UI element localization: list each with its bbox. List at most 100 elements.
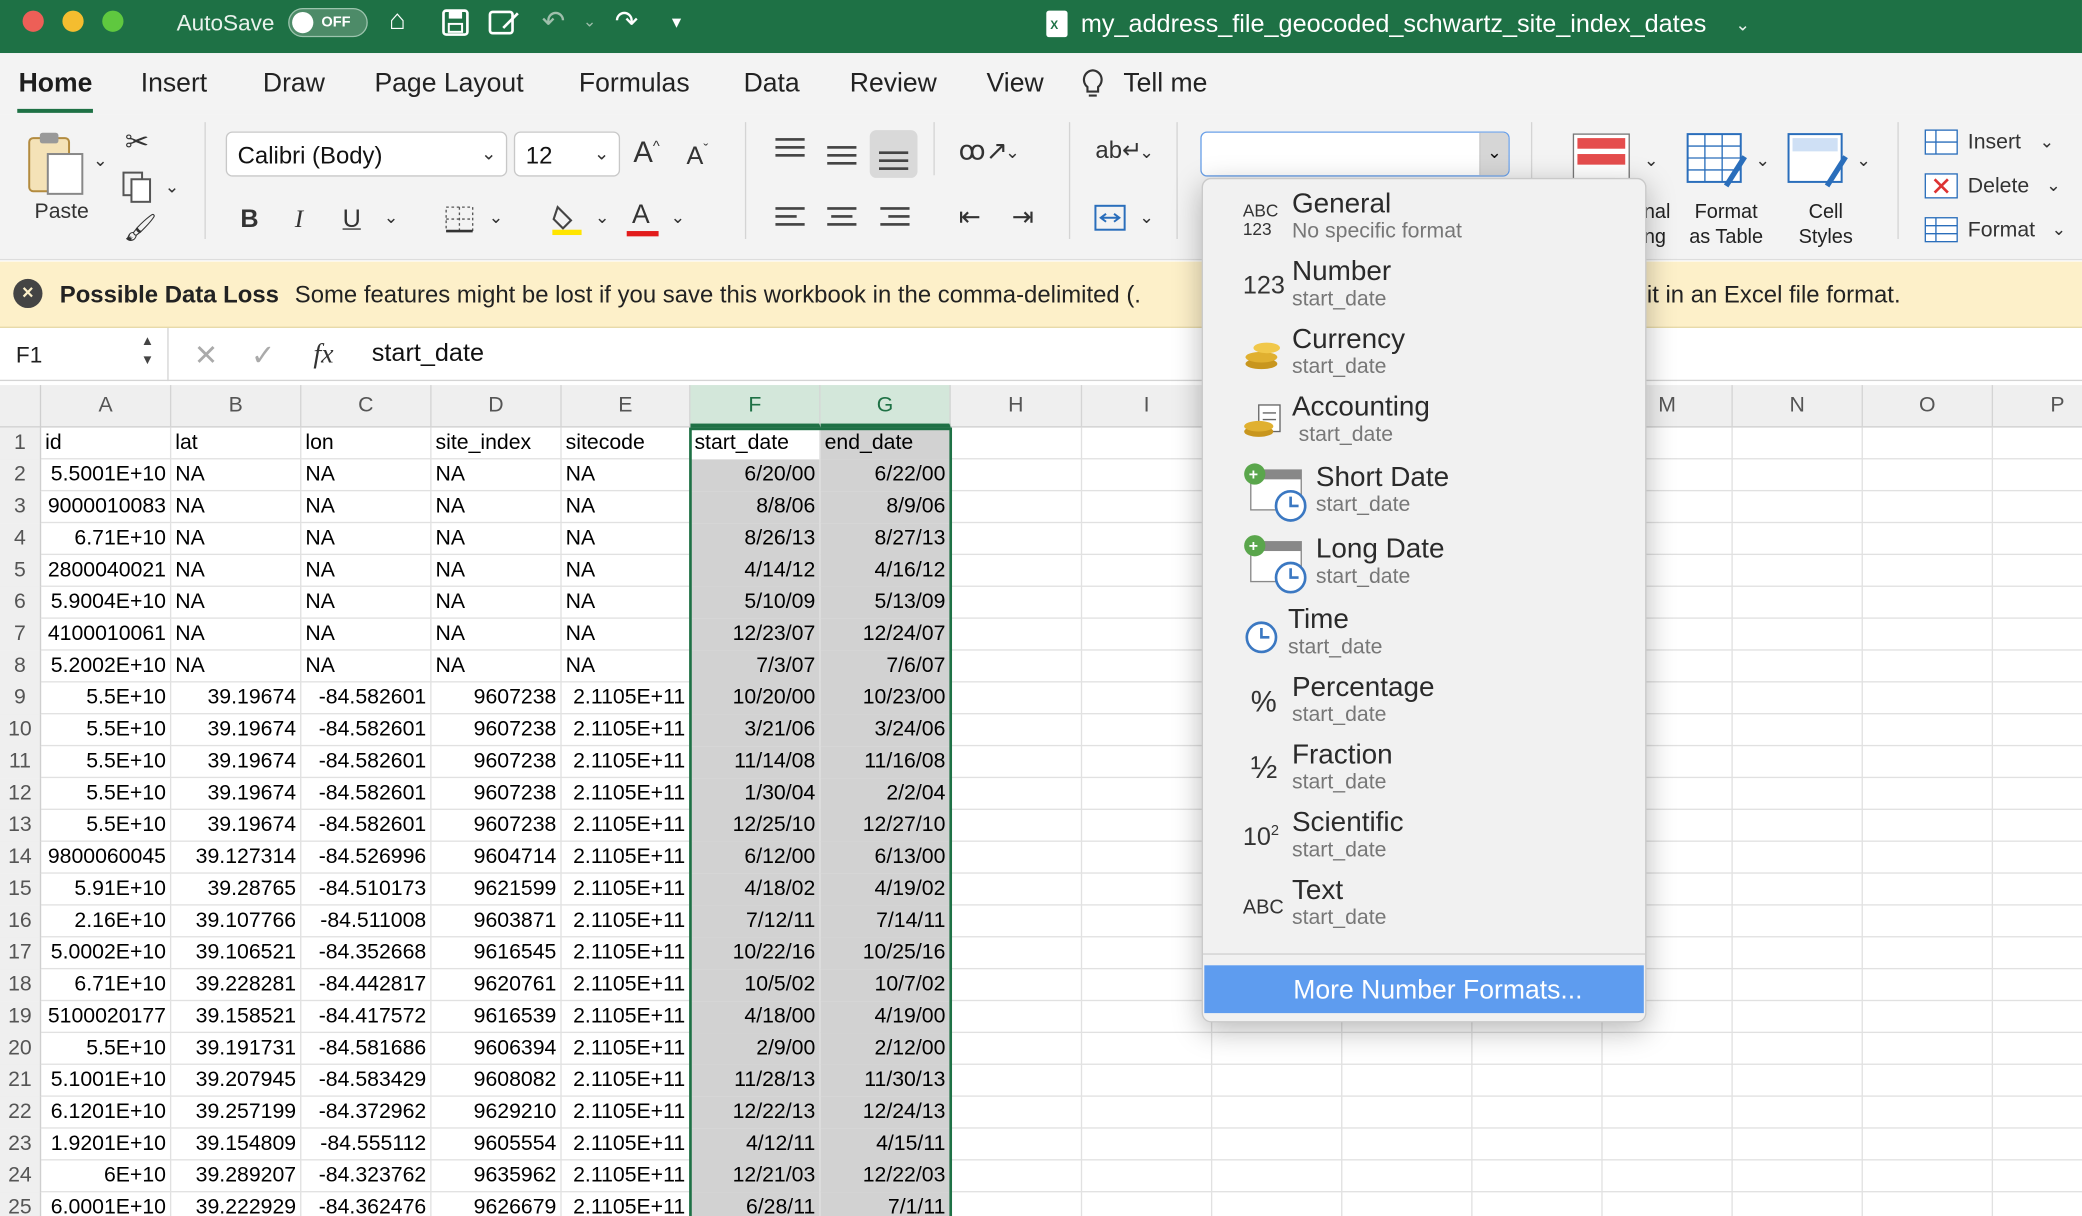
cell[interactable] [1993, 523, 2082, 555]
cell[interactable]: 6/13/00 [820, 841, 951, 874]
cell[interactable]: 9626679 [432, 1192, 562, 1216]
cell[interactable]: 39.228281 [171, 969, 302, 1002]
cell[interactable] [1082, 1192, 1213, 1216]
cell[interactable] [1993, 937, 2082, 969]
cell[interactable] [1082, 1160, 1213, 1193]
cell[interactable] [951, 1064, 1083, 1097]
font-size-select[interactable]: 12 ⌄ [513, 131, 621, 177]
cell[interactable] [1342, 1096, 1473, 1129]
format-option-long-date[interactable]: + Long Date start_date [1203, 528, 1645, 596]
cell[interactable] [1993, 682, 2082, 714]
copy-icon[interactable] [121, 170, 156, 205]
cell[interactable] [951, 682, 1083, 715]
row-header[interactable]: 4 [0, 523, 42, 556]
cell[interactable]: 2.1105E+11 [562, 1001, 691, 1034]
cell[interactable]: 2.1105E+11 [562, 841, 691, 874]
cell[interactable]: 8/26/13 [690, 523, 821, 556]
cell[interactable] [1342, 1192, 1473, 1216]
delete-cells-icon[interactable] [1924, 173, 1959, 200]
insert-cells-icon[interactable] [1924, 129, 1959, 156]
cell[interactable]: 9606394 [432, 1033, 562, 1065]
cell[interactable]: -84.442817 [301, 969, 432, 1002]
cell[interactable]: 9607238 [432, 778, 562, 810]
cell[interactable] [1082, 459, 1213, 492]
autosave-toggle[interactable]: OFF [288, 7, 368, 38]
cell[interactable] [1733, 618, 1863, 651]
cell[interactable] [1863, 618, 1994, 651]
cell[interactable]: 9621599 [432, 873, 562, 906]
cell[interactable] [951, 427, 1083, 460]
merge-center-icon[interactable] [1093, 203, 1128, 232]
cell[interactable] [1863, 523, 1994, 556]
cell-styles-dropdown-icon[interactable]: ⌄ [1856, 151, 1870, 168]
cell[interactable] [951, 937, 1083, 970]
cell[interactable] [1863, 1128, 1994, 1161]
row-header[interactable]: 17 [0, 937, 42, 970]
row-header[interactable]: 24 [0, 1160, 42, 1193]
wrap-text-dropdown-icon[interactable]: ⌄ [1139, 143, 1153, 160]
column-header-b[interactable]: B [171, 385, 302, 428]
cell[interactable]: 2.1105E+11 [562, 682, 691, 715]
fill-color-dropdown-icon[interactable]: ⌄ [595, 208, 609, 225]
cell[interactable] [951, 873, 1083, 906]
cell[interactable] [1082, 937, 1213, 970]
cell[interactable]: 6/20/00 [690, 459, 821, 492]
cell[interactable]: 9607238 [432, 714, 562, 747]
cell[interactable] [951, 459, 1083, 492]
cell[interactable]: -84.583429 [301, 1064, 432, 1097]
orientation-dropdown-icon[interactable]: ⌄ [1005, 143, 1019, 160]
name-box-stepper-icon[interactable]: ▲ ▼ [141, 333, 154, 370]
cut-icon[interactable]: ✂ [125, 127, 149, 156]
row-header[interactable]: 13 [0, 809, 42, 842]
cell[interactable]: 2.1105E+11 [562, 778, 691, 810]
cell[interactable] [951, 1160, 1083, 1193]
cell[interactable] [1863, 778, 1994, 810]
cell[interactable]: 9000010083 [41, 491, 172, 524]
cell[interactable] [1082, 1064, 1213, 1097]
cell[interactable] [1733, 873, 1863, 906]
cell[interactable]: 10/22/16 [690, 937, 821, 970]
cell[interactable]: 12/21/03 [690, 1160, 821, 1193]
cell[interactable]: 8/27/13 [820, 523, 951, 556]
cell[interactable]: lat [171, 427, 302, 460]
cell[interactable] [1993, 651, 2082, 683]
tab-view[interactable]: View [987, 69, 1044, 100]
cell[interactable]: NA [301, 491, 432, 524]
cell[interactable] [1863, 1096, 1994, 1129]
cell[interactable] [1993, 1065, 2082, 1097]
cell[interactable]: 4/15/11 [820, 1128, 951, 1161]
cell[interactable]: -84.323762 [301, 1160, 432, 1193]
cell[interactable]: 9607238 [432, 809, 562, 842]
cell[interactable] [951, 905, 1083, 938]
row-header[interactable]: 22 [0, 1096, 42, 1129]
cell[interactable]: 39.158521 [171, 1001, 302, 1034]
cell[interactable] [1993, 1033, 2082, 1065]
cell[interactable]: 2.1105E+11 [562, 714, 691, 747]
insert-cells-dropdown-icon[interactable]: ⌄ [2040, 133, 2054, 150]
cell[interactable] [1863, 714, 1994, 747]
cell[interactable]: -84.582601 [301, 809, 432, 842]
cell[interactable]: 1.9201E+10 [41, 1128, 172, 1161]
cell[interactable] [951, 1096, 1083, 1129]
tab-draw[interactable]: Draw [263, 69, 325, 100]
undo-dropdown-icon[interactable]: ⌄ [583, 12, 596, 31]
cell[interactable]: 9604714 [432, 841, 562, 874]
tab-page-layout[interactable]: Page Layout [374, 69, 523, 100]
home-icon[interactable]: ⌂ [389, 5, 406, 37]
font-color-icon[interactable]: A [626, 199, 662, 239]
format-option-number[interactable]: 123 Number start_date [1203, 251, 1645, 319]
cell[interactable]: start_date [690, 427, 821, 460]
tab-review[interactable]: Review [850, 69, 937, 100]
cell[interactable]: 39.19674 [171, 746, 302, 779]
cell[interactable] [1863, 809, 1994, 842]
tab-insert[interactable]: Insert [141, 69, 207, 100]
paste-dropdown-icon[interactable]: ⌄ [93, 151, 107, 168]
cell[interactable] [951, 618, 1083, 651]
cell[interactable]: NA [432, 459, 562, 492]
italic-button[interactable]: I [295, 207, 303, 232]
row-header[interactable]: 15 [0, 873, 42, 906]
cell[interactable]: 39.19674 [171, 714, 302, 747]
cell[interactable]: NA [432, 523, 562, 556]
cell[interactable] [1082, 586, 1213, 619]
cell[interactable] [951, 841, 1083, 874]
